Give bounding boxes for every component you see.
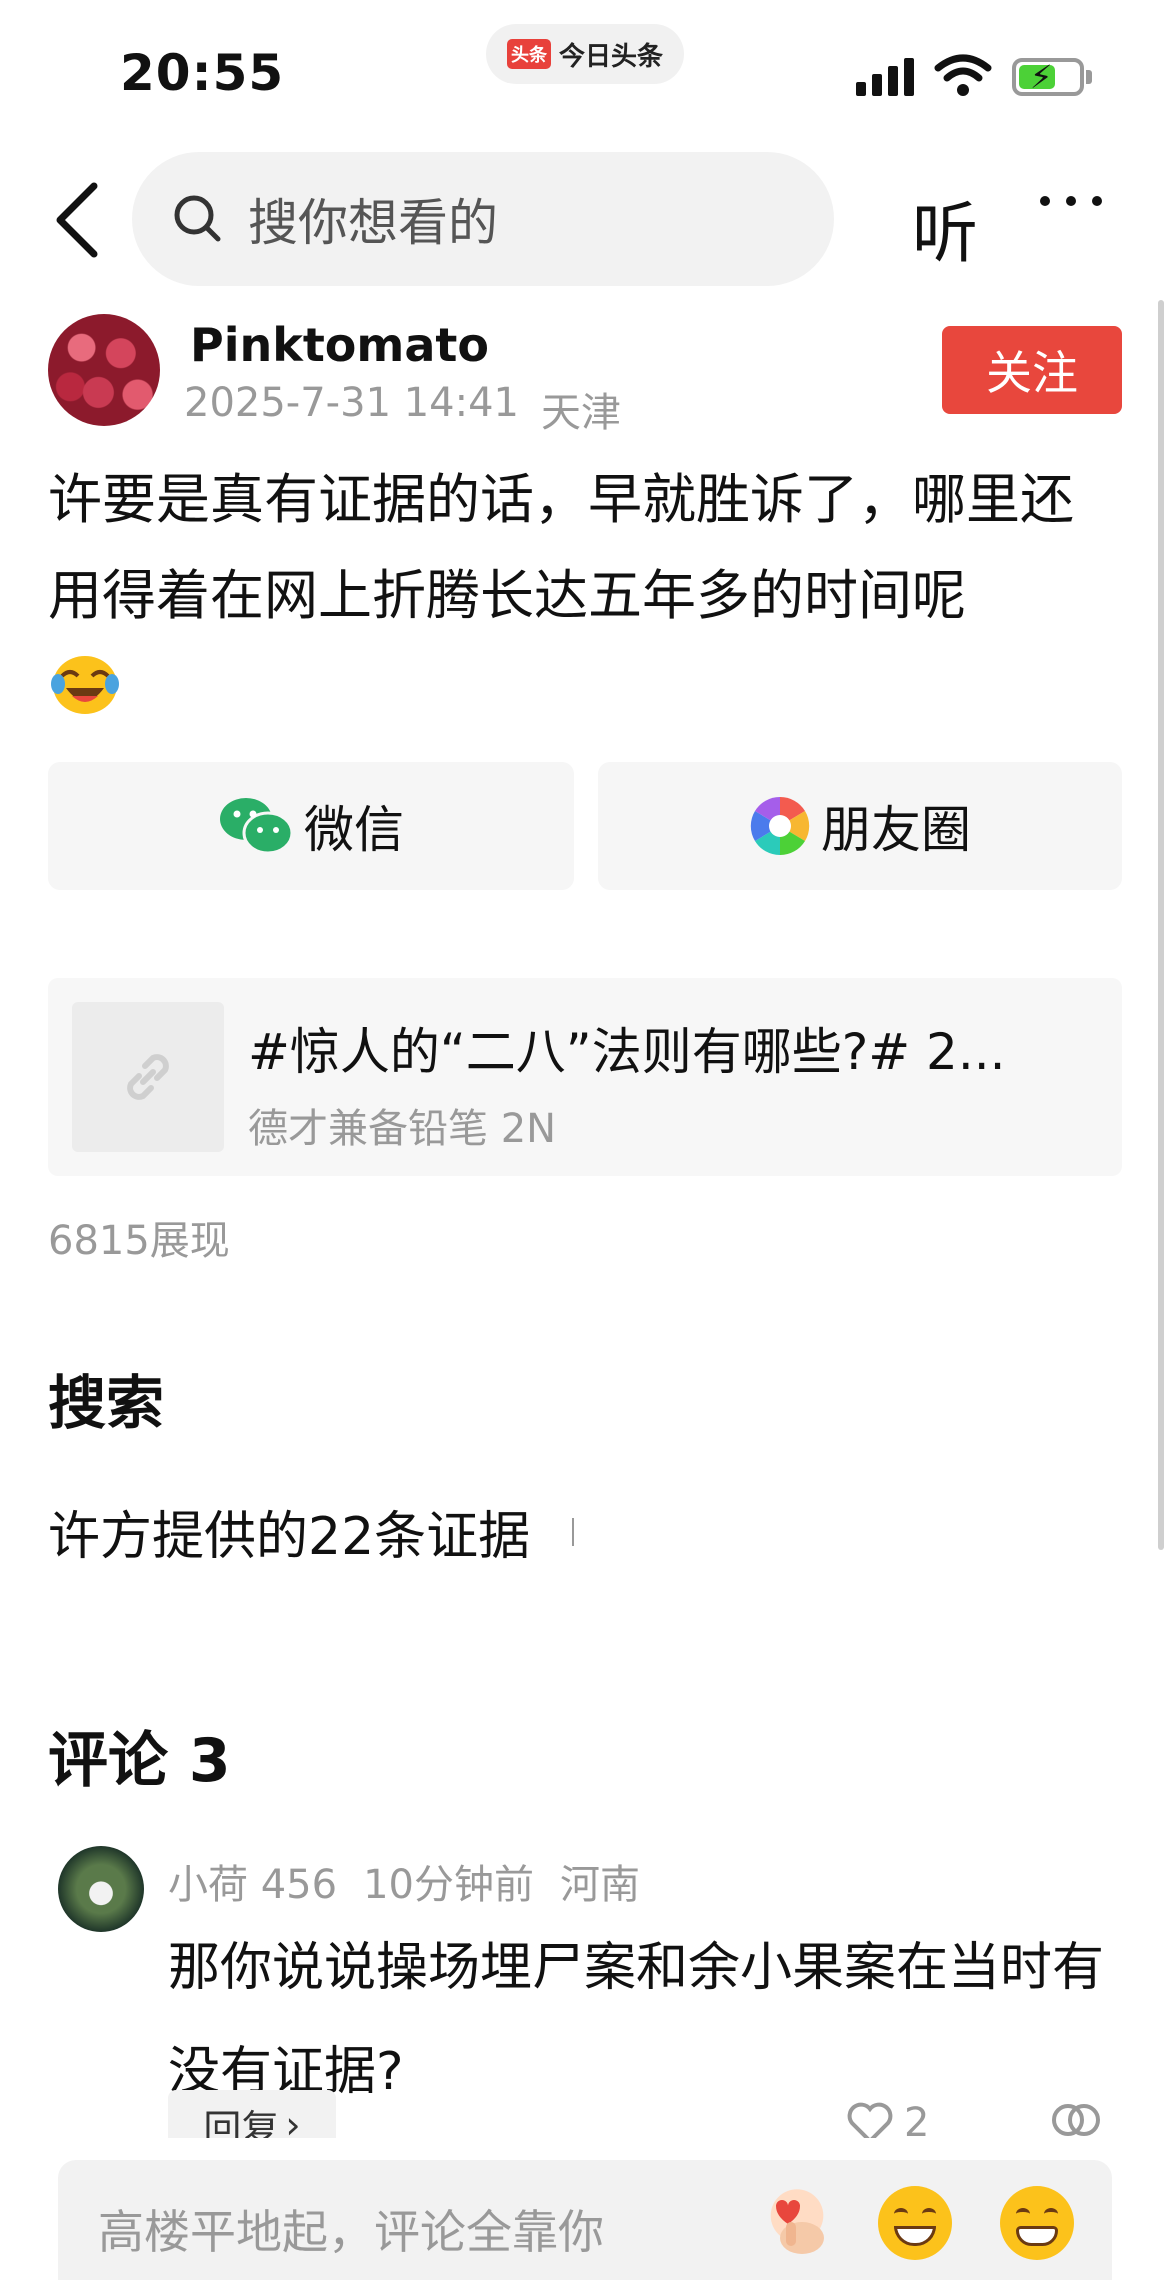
grinning-emoji-button[interactable] <box>1000 2186 1074 2260</box>
comment-meta: 小荷 456 10分钟前 河南 <box>168 1852 640 1910</box>
share-wechat-label: 微信 <box>304 801 404 859</box>
heart-icon <box>847 2102 893 2138</box>
search-icon <box>174 195 221 242</box>
app-badge-label: 今日头条 <box>558 41 663 72</box>
share-moments-button[interactable]: 朋友圈 <box>598 762 1122 890</box>
listen-button[interactable]: 听 <box>912 180 978 276</box>
scrollbar[interactable] <box>1158 300 1164 1550</box>
status-time: 20:55 <box>120 44 285 102</box>
finger-heart-icon <box>776 2200 824 2254</box>
link-title[interactable]: #惊人的“二八”法则有哪些?# 2... <box>248 1012 1078 1084</box>
rolling-laughing-emoji <box>51 656 119 714</box>
wechat-icon <box>220 798 294 855</box>
comment-location: 河南 <box>559 1862 640 1908</box>
like-count: 2 <box>904 2100 930 2138</box>
author-name[interactable]: Pinktomato <box>190 318 489 372</box>
post-date: 2025-7-31 14:41 <box>184 380 519 426</box>
search-bar[interactable]: 搜你想看的 <box>132 152 834 286</box>
link-subtitle: 德才兼备铅笔 2N <box>248 1106 557 1152</box>
author-avatar[interactable] <box>48 314 160 426</box>
reply-label: 回复 <box>203 2106 280 2139</box>
search-section-title: 搜索 <box>48 1369 165 1437</box>
laughing-emoji-button[interactable] <box>878 2186 952 2260</box>
view-count: 6815展现 <box>48 1218 230 1264</box>
link-thumbnail <box>72 1002 224 1152</box>
chevron-right-icon: › <box>285 2103 301 2138</box>
more-dots-icon[interactable] <box>1040 196 1102 206</box>
toutiao-logo-icon: 头条 <box>506 39 551 69</box>
post-meta: 2025-7-31 14:41 天津 <box>184 380 621 438</box>
search-suggestion-text: 许方提供的22条证据 <box>48 1507 531 1567</box>
commenter-avatar[interactable] <box>58 1846 144 1932</box>
back-arrow-icon[interactable] <box>50 180 110 260</box>
commenter-name[interactable]: 小荷 456 <box>168 1852 337 1910</box>
reply-button[interactable]: 回复 › <box>168 2090 336 2138</box>
app-badge[interactable]: 头条 今日头条 <box>486 24 684 84</box>
post-text: 许要是真有证据的话，早就胜诉了，哪里还用得着在网上折腾长达五年多的时间呢 <box>48 468 1074 627</box>
comment-time: 10分钟前 <box>363 1862 534 1908</box>
divider <box>572 1517 575 1546</box>
finger-heart-emoji-button[interactable] <box>760 2186 834 2260</box>
comments-title: 评论 3 <box>48 1726 231 1796</box>
share-moments-label: 朋友圈 <box>821 801 971 859</box>
comment-actions: 回复 › 2 <box>0 2090 1170 2138</box>
cell-signal-icon <box>856 58 914 96</box>
wifi-icon <box>934 54 992 96</box>
battery-icon: ⚡ <box>1012 58 1084 96</box>
post-location: 天津 <box>541 390 621 436</box>
share-wechat-button[interactable]: 微信 <box>48 762 574 890</box>
battery-tip <box>1086 70 1092 84</box>
search-placeholder: 搜你想看的 <box>248 194 498 252</box>
search-suggestion[interactable]: 许方提供的22条证据 <box>48 1494 575 1569</box>
comment-more-icon[interactable] <box>1050 2100 1102 2138</box>
like-button[interactable]: 2 <box>846 2100 929 2138</box>
moments-icon <box>750 796 810 856</box>
link-icon <box>127 1054 169 1100</box>
follow-button[interactable]: 关注 <box>942 326 1122 414</box>
comment-input-placeholder[interactable]: 高楼平地起，评论全靠你 <box>98 2196 604 2262</box>
